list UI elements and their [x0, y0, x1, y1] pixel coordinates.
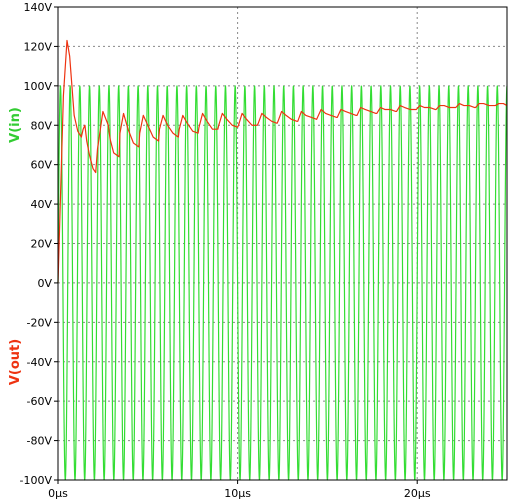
y-tick-label: 100V [23, 80, 52, 93]
y-tick-label: 40V [30, 198, 52, 211]
axis-title-vin: V(in) [8, 107, 23, 143]
y-tick-label: -100V [20, 474, 53, 487]
y-tick-label: 120V [23, 40, 52, 53]
y-tick-label: 0V [37, 277, 52, 290]
waveform-chart: 140V 120V 100V 80V 60V 40V 20V 0V -20V -40V -60V -8… [8, 1, 508, 500]
y-tick-label: -40V [27, 356, 53, 369]
axis-title-vout: V(out) [8, 339, 23, 385]
x-tick-label: 20µs [404, 487, 431, 500]
y-tick-label: 60V [30, 159, 52, 172]
x-tick-label: 10µs [224, 487, 251, 500]
x-tick-label: 0µs [48, 487, 68, 500]
x-axis-ticks: 0µs 10µs 20µs [48, 480, 431, 500]
y-tick-label: -60V [27, 395, 53, 408]
y-axis-ticks: 140V 120V 100V 80V 60V 40V 20V 0V -20V -40V -60V -8… [20, 1, 58, 487]
y-tick-label: -80V [27, 435, 53, 448]
y-tick-label: 20V [30, 238, 52, 251]
y-tick-label: 80V [30, 119, 52, 132]
y-tick-label: -20V [27, 316, 53, 329]
y-tick-label: 140V [23, 1, 52, 14]
